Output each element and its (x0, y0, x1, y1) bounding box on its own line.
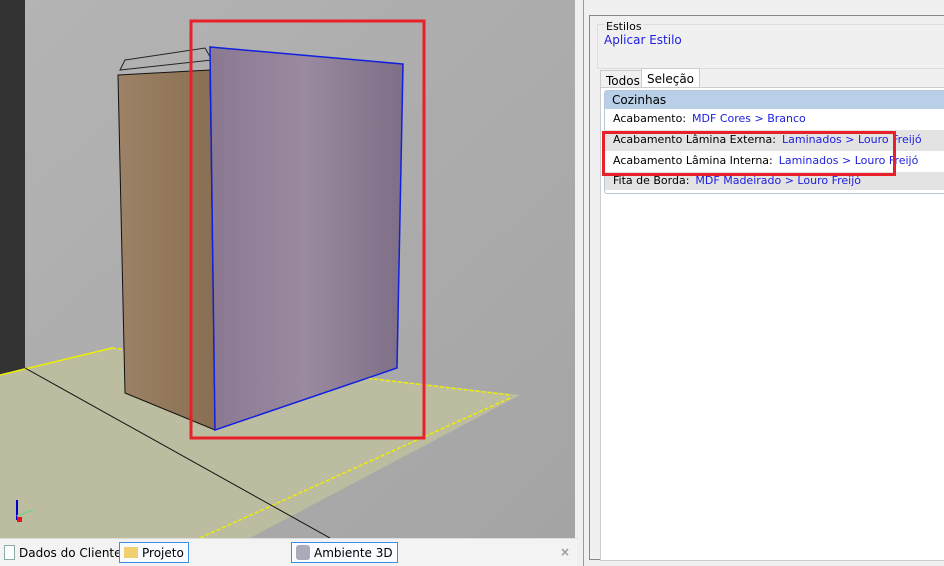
3d-environment-icon (296, 545, 310, 560)
wall-edge (0, 0, 25, 375)
cabinet-side (117, 69, 216, 431)
tab-ambiente-3d[interactable]: Ambiente 3D (291, 542, 398, 563)
tab-dados-do-cliente[interactable]: Dados do Cliente (0, 542, 126, 563)
apply-style-link[interactable]: Aplicar Estilo (604, 33, 682, 47)
property-value-link[interactable]: MDF Cores > Branco (692, 112, 806, 125)
document-icon (4, 545, 15, 560)
folder-icon (124, 547, 138, 558)
close-icon[interactable]: × (560, 545, 570, 559)
document-tabs-bar: Dados do Cliente Projeto Ambiente 3D × (0, 538, 578, 566)
tab-selecao[interactable]: Seleção (641, 68, 701, 88)
3d-scene[interactable] (0, 0, 575, 538)
styles-group-title: Estilos (605, 20, 643, 33)
cabinet-front (209, 46, 404, 432)
tab-todos[interactable]: Todos (600, 70, 646, 88)
group-header[interactable]: Cozinhas (605, 91, 944, 109)
property-row: Acabamento: MDF Cores > Branco (613, 112, 806, 125)
tab-projeto[interactable]: Projeto (119, 542, 189, 563)
properties-panel: Estilos Aplicar Estilo Todos Seleção Coz… (583, 0, 944, 566)
3d-viewport[interactable] (0, 0, 575, 538)
styles-group: Estilos Aplicar Estilo (597, 20, 944, 69)
selection-highlight-rows (602, 131, 896, 176)
